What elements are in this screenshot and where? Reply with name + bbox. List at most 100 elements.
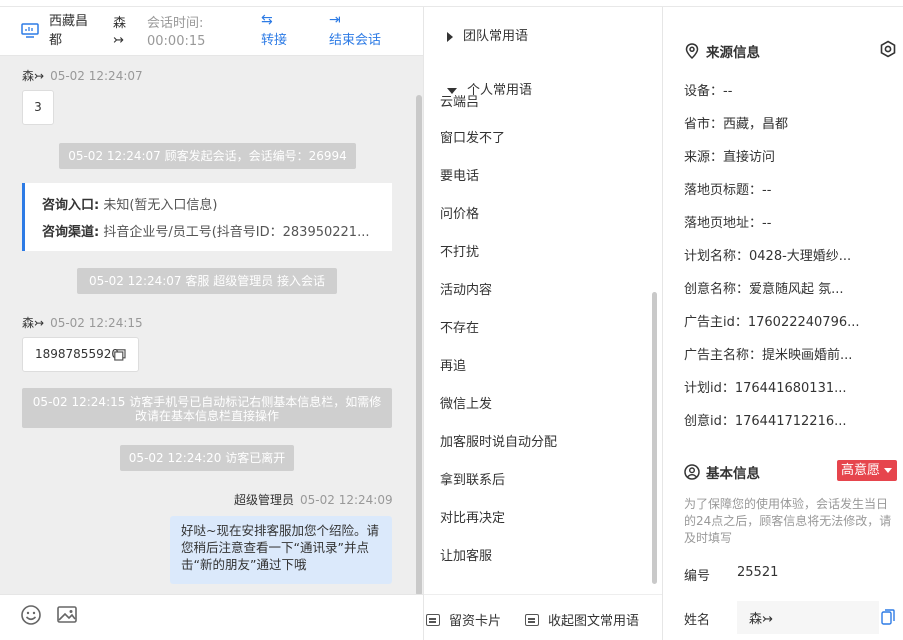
phrase-item[interactable]: 问价格 [440, 203, 479, 222]
phrase-item[interactable]: 拿到联系后 [440, 469, 505, 488]
name-input[interactable] [737, 601, 879, 634]
location-pin-icon [684, 43, 700, 61]
system-message: 05-02 12:24:15 访客手机号已自动标记右侧基本信息栏，如需修改请在基… [22, 388, 392, 428]
field-creative-id: 创意id：176441712216... [684, 414, 847, 429]
field-device: 设备：-- [684, 84, 733, 99]
agent-time: 05-02 12:24:09 [300, 493, 393, 507]
phrase-item[interactable]: 云端吕 [440, 95, 479, 110]
field-source: 来源：直接访问 [684, 150, 776, 165]
settings-icon[interactable] [879, 40, 897, 58]
visitor-message: 3 [22, 90, 54, 125]
sender-name: 森↣ [22, 316, 45, 330]
basic-info-label: 基本信息 [706, 466, 760, 482]
session-time-label: 会话时间: [147, 16, 204, 31]
visitor-name: 森↣ [113, 16, 127, 48]
name-label: 姓名 [684, 613, 711, 628]
agent-message: 好哒~现在安排客服加您个绍险。请您稍后注意查看一下“通讯录”并点击“新的朋友”通… [170, 516, 392, 584]
source-info-title: 来源信息 [684, 41, 760, 61]
field-plan-name: 计划名称：0428-大理婚纱... [684, 249, 852, 264]
top-border [0, 0, 903, 7]
phrase-item[interactable]: 微信上发 [440, 393, 492, 412]
collapse-phrases-label: 收起图文常用语 [548, 614, 640, 629]
phrase-item[interactable]: 再追 [440, 355, 466, 374]
id-label: 编号 [684, 569, 711, 584]
phrase-item[interactable]: 窗口发不了 [440, 127, 505, 146]
end-session-label: 结束会话 [329, 33, 382, 48]
visitor-message: 18987855920 [22, 337, 139, 372]
caret-down-icon [447, 87, 457, 94]
app-root: 西藏昌都 森↣ 会话时间: 00:00:15 ⇆ 转接 ⇥ 结束会话 森↣ 05-… [0, 0, 903, 640]
agent-meta: 超级管理员 05-02 12:24:09 [234, 491, 393, 508]
caret-right-icon [447, 31, 453, 42]
channel-row: 咨询渠道: 抖音企业号/员工号(抖音号ID：283950221... [42, 221, 382, 240]
copy-icon[interactable] [114, 349, 126, 361]
lead-card-label: 留资卡片 [449, 614, 502, 629]
agent-name: 超级管理员 [234, 493, 295, 507]
field-creative-name: 创意名称：爱意随风起 氛... [684, 282, 844, 297]
channel-value: 抖音企业号/员工号(抖音号ID：283950221... [103, 225, 370, 240]
entry-row: 咨询入口: 未知(暂无入口信息) [42, 194, 382, 213]
lead-card-button[interactable]: 留资卡片 [426, 610, 501, 629]
collapse-phrases-button[interactable]: 收起图文常用语 [525, 610, 639, 629]
chat-header: 西藏昌都 森↣ 会话时间: 00:00:15 ⇆ 转接 ⇥ 结束会话 [0, 7, 423, 56]
message-list[interactable]: 森↣ 05-02 12:24:07 3 05-02 12:24:07 顾客发起会话… [0, 56, 416, 594]
sender-name: 森↣ [22, 69, 45, 83]
phrase-item[interactable]: 对比再决定 [440, 507, 505, 526]
card-icon [426, 614, 440, 626]
phrase-item[interactable]: 让加客服 [440, 545, 492, 564]
transfer-button[interactable]: ⇆ 转接 [261, 11, 287, 48]
field-plan-id: 计划id：176441680131... [684, 381, 847, 396]
message-meta: 森↣ 05-02 12:24:15 [22, 314, 143, 331]
chat-toolbar [0, 594, 423, 640]
monitor-icon [21, 23, 39, 38]
end-session-button[interactable]: ⇥ 结束会话 [329, 11, 381, 48]
phrase-item[interactable]: 加客服时说自动分配 [440, 431, 557, 450]
message-meta: 森↣ 05-02 12:24:07 [22, 67, 143, 84]
phrase-scrollbar[interactable] [652, 292, 657, 584]
system-message: 05-02 12:24:07 客服 超级管理员 接入会话 [77, 268, 337, 294]
chat-panel: 西藏昌都 森↣ 会话时间: 00:00:15 ⇆ 转接 ⇥ 结束会话 森↣ 05-… [0, 7, 423, 640]
phrase-list[interactable]: 云端吕 窗口发不了 要电话 问价格 不打扰 活动内容 不存在 再追 微信上发 加… [424, 95, 652, 592]
visitor-location: 西藏昌都 [49, 14, 89, 48]
customer-info-panel: 来源信息 设备：-- 省市：西藏，昌都 来源：直接访问 落地页标题：-- 落地页… [663, 7, 903, 640]
consult-info-card: 咨询入口: 未知(暂无入口信息) 咨询渠道: 抖音企业号/员工号(抖音号ID：2… [22, 183, 392, 251]
phrase-item[interactable]: 不打扰 [440, 241, 479, 260]
emoji-icon[interactable] [20, 604, 42, 626]
group-team-label: 团队常用语 [463, 29, 529, 44]
field-landing-title: 落地页标题：-- [684, 183, 772, 198]
user-icon [684, 464, 700, 482]
dropdown-arrow-icon [884, 468, 892, 473]
field-advertiser-id: 广告主id：176022240796... [684, 315, 860, 330]
source-info-label: 来源信息 [706, 45, 760, 61]
message-time: 05-02 12:24:07 [50, 69, 143, 83]
phrase-item[interactable]: 不存在 [440, 317, 479, 336]
system-message: 05-02 12:24:07 顾客发起会话，会话编号：26994 [59, 143, 356, 169]
field-landing-url: 落地页地址：-- [684, 216, 772, 231]
phone-text: 18987855920 [35, 347, 119, 361]
phrase-item[interactable]: 活动内容 [440, 279, 492, 298]
field-advertiser-name: 广告主名称：提米映画婚前... [684, 348, 853, 363]
entry-label: 咨询入口: [42, 198, 100, 213]
group-team[interactable]: 团队常用语 [447, 25, 528, 44]
transfer-label: 转接 [261, 33, 288, 48]
entry-value: 未知(暂无入口信息) [103, 198, 218, 213]
transfer-icon: ⇆ [261, 12, 273, 28]
intent-value: 高意愿 [841, 463, 881, 478]
copy-icon[interactable] [881, 609, 895, 625]
session-time-value: 00:00:15 [147, 34, 206, 49]
system-message: 05-02 12:24:20 访客已离开 [120, 445, 294, 471]
channel-label: 咨询渠道: [42, 225, 100, 240]
field-region: 省市：西藏，昌都 [684, 117, 789, 132]
card-icon [525, 614, 539, 626]
edit-notice: 为了保障您的使用体验，会话发生当日的24点之后，顾客信息将无法修改，请及时填写 [684, 497, 892, 545]
exit-icon: ⇥ [329, 12, 341, 28]
message-time: 05-02 12:24:15 [50, 316, 143, 330]
id-value: 25521 [737, 565, 779, 580]
intent-select[interactable]: 高意愿 [837, 460, 897, 481]
phrase-item[interactable]: 要电话 [440, 165, 479, 184]
basic-info-title: 基本信息 [684, 462, 760, 482]
image-icon[interactable] [56, 604, 78, 626]
phrases-footer: 留资卡片 收起图文常用语 [424, 594, 662, 640]
phrases-panel: 团队常用语 个人常用语 云端吕 窗口发不了 要电话 问价格 不打扰 活动内容 不… [423, 7, 663, 640]
chat-scrollbar[interactable] [416, 95, 422, 596]
